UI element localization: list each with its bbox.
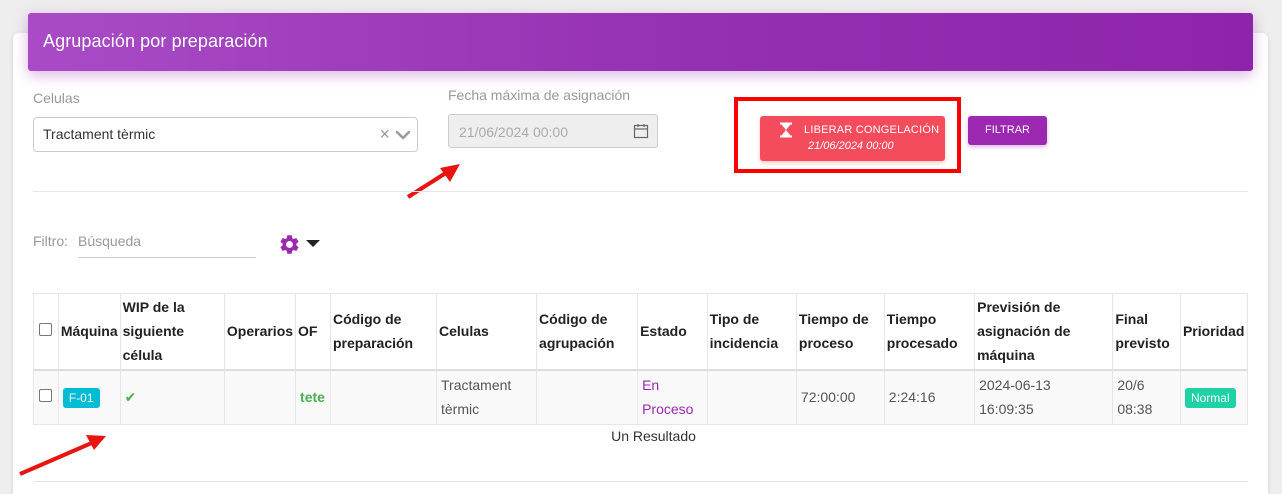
cell-tipo-incidencia [706,369,797,425]
cell-codigo-preparacion [329,369,438,425]
liberar-congelacion-button[interactable]: LIBERAR CONGELACIÓN 21/06/2024 00:00 [760,116,945,161]
cell-operarios [223,369,297,425]
maquina-badge: F-01 [62,388,100,409]
gear-icon[interactable] [278,233,301,256]
of-value: tete [300,389,325,406]
row-checkbox[interactable] [39,389,53,403]
results-table: Máquina WIP de la siguiente célula Opera… [33,293,1249,425]
cell-final-previsto: 20/6 08:38 [1112,369,1181,425]
calendar-icon[interactable] [633,123,649,139]
fecha-input[interactable]: 21/06/2024 00:00 [448,114,658,148]
liberar-label: LIBERAR CONGELACIÓN [804,124,940,136]
col-wip[interactable]: WIP de la siguiente célula [119,293,225,371]
select-all-cell [33,293,59,371]
chevron-down-icon[interactable] [395,129,411,141]
hourglass-icon [780,122,792,138]
cell-of: tete [295,369,331,425]
cell-prevision: 2024-06-13 16:09:35 [974,369,1114,425]
cell-prioridad: Normal [1179,369,1249,425]
celulas-select-value: Tractament tèrmic [43,126,156,142]
search-input[interactable]: Búsqueda [78,233,141,249]
liberar-date: 21/06/2024 00:00 [808,140,894,152]
filtro-label: Filtro: [33,233,68,249]
caret-down-icon[interactable] [306,240,320,247]
fecha-input-value: 21/06/2024 00:00 [459,124,568,140]
col-celulas[interactable]: Celulas [435,293,538,371]
page-title: Agrupación por preparación [43,31,268,51]
card-header: Agrupación por preparación [28,13,1253,71]
divider [33,191,1248,192]
col-tipo-incidencia[interactable]: Tipo de incidencia [706,293,797,371]
cell-maquina: F-01 [57,369,121,425]
col-tiempo-procesado[interactable]: Tiempo procesado [883,293,976,371]
annotation-arrow-1 [406,164,460,199]
cell-codigo-agrupacion [536,369,639,425]
cell-celulas: Tractament tèrmic [435,369,538,425]
cell-tiempo-procesado: 2:24:16 [883,369,976,425]
col-estado[interactable]: Estado [637,293,708,371]
cell-tiempo-proceso: 72:00:00 [795,369,885,425]
col-final-previsto[interactable]: Final previsto [1112,293,1181,371]
prioridad-badge: Normal [1184,388,1236,409]
col-maquina[interactable]: Máquina [57,293,121,371]
table-header-row: Máquina WIP de la siguiente célula Opera… [33,293,1249,371]
col-codigo-preparacion[interactable]: Código de preparación [329,293,438,371]
search-underline [78,257,256,258]
col-prevision[interactable]: Previsión de asignación de máquina [974,293,1114,371]
result-count: Un Resultado [611,428,696,444]
cell-wip: ✔ [119,369,225,425]
clear-icon[interactable]: × [379,125,390,143]
select-all-checkbox[interactable] [39,323,53,337]
celulas-select[interactable]: Tractament tèrmic × [33,117,418,152]
divider [33,481,1248,482]
check-icon: ✔ [124,389,137,406]
estado-value: En Proceso [642,377,694,418]
filtrar-button[interactable]: FILTRAR [968,116,1047,145]
cell-estado: En Proceso [637,369,708,425]
row-select-cell [33,369,59,425]
col-tiempo-proceso[interactable]: Tiempo de proceso [795,293,885,371]
table-row[interactable]: F-01 ✔ tete Tractament tèrmic En Proceso… [33,369,1249,425]
fecha-label: Fecha máxima de asignación [448,87,631,103]
col-prioridad[interactable]: Prioridad [1179,293,1249,371]
col-operarios[interactable]: Operarios [223,293,297,371]
col-of[interactable]: OF [295,293,331,371]
celulas-label: Celulas [33,90,80,106]
col-codigo-agrupacion[interactable]: Código de agrupación [536,293,639,371]
